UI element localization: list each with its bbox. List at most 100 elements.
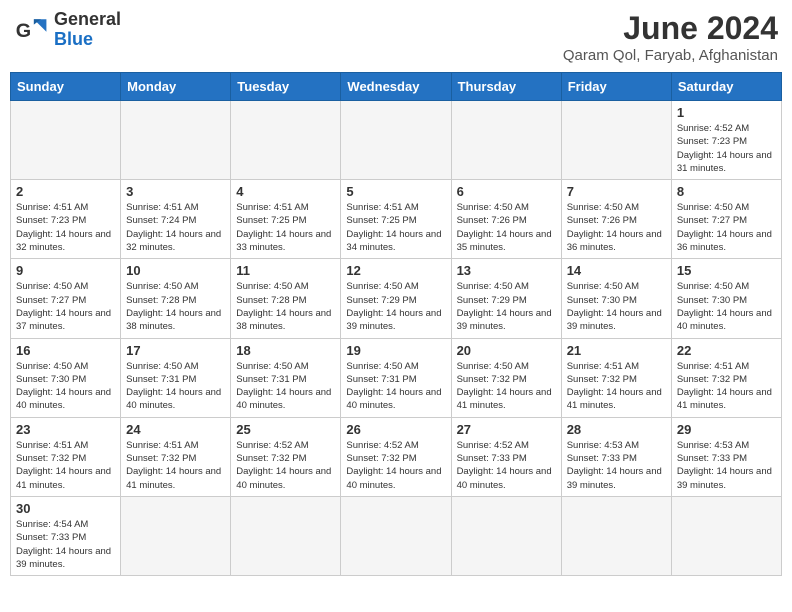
day-info: Sunrise: 4:51 AM Sunset: 7:24 PM Dayligh… <box>126 201 225 254</box>
calendar-row-3: 16 Sunrise: 4:50 AM Sunset: 7:30 PM Dayli… <box>11 338 782 417</box>
calendar-row-2: 9Sunrise: 4:50 AM Sunset: 7:27 PM Daylig… <box>11 259 782 338</box>
day-number: 18 <box>236 343 335 358</box>
calendar-cell: 9Sunrise: 4:50 AM Sunset: 7:27 PM Daylig… <box>11 259 121 338</box>
calendar-cell <box>231 101 341 180</box>
day-info: Sunrise: 4:51 AM Sunset: 7:32 PM Dayligh… <box>677 360 776 413</box>
calendar-cell: 17 Sunrise: 4:50 AM Sunset: 7:31 PM Dayli… <box>121 338 231 417</box>
day-number: 5 <box>346 184 445 199</box>
day-number: 8 <box>677 184 776 199</box>
calendar-cell: 16 Sunrise: 4:50 AM Sunset: 7:30 PM Dayli… <box>11 338 121 417</box>
calendar-cell: 4 Sunrise: 4:51 AM Sunset: 7:25 PM Daylig… <box>231 180 341 259</box>
calendar-cell <box>451 496 561 575</box>
day-info: Sunrise: 4:50 AM Sunset: 7:30 PM Dayligh… <box>677 280 776 333</box>
weekday-header-thursday: Thursday <box>451 73 561 101</box>
calendar-cell <box>341 496 451 575</box>
calendar-cell: 24 Sunrise: 4:51 AM Sunset: 7:32 PM Dayli… <box>121 417 231 496</box>
calendar-cell: 3Sunrise: 4:51 AM Sunset: 7:24 PM Daylig… <box>121 180 231 259</box>
logo-icon: G <box>14 12 50 48</box>
day-number: 28 <box>567 422 666 437</box>
day-number: 22 <box>677 343 776 358</box>
day-number: 6 <box>457 184 556 199</box>
day-number: 12 <box>346 263 445 278</box>
day-info: Sunrise: 4:54 AM Sunset: 7:33 PM Dayligh… <box>16 518 115 571</box>
day-info: Sunrise: 4:50 AM Sunset: 7:26 PM Dayligh… <box>457 201 556 254</box>
calendar-cell: 1Sunrise: 4:52 AM Sunset: 7:23 PM Daylig… <box>671 101 781 180</box>
day-info: Sunrise: 4:50 AM Sunset: 7:30 PM Dayligh… <box>16 360 115 413</box>
calendar-cell: 18 Sunrise: 4:50 AM Sunset: 7:31 PM Dayli… <box>231 338 341 417</box>
calendar-cell: 19Sunrise: 4:50 AM Sunset: 7:31 PM Dayli… <box>341 338 451 417</box>
day-number: 24 <box>126 422 225 437</box>
calendar-cell: 11 Sunrise: 4:50 AM Sunset: 7:28 PM Dayli… <box>231 259 341 338</box>
calendar-cell <box>671 496 781 575</box>
calendar-cell <box>561 496 671 575</box>
day-number: 26 <box>346 422 445 437</box>
day-info: Sunrise: 4:51 AM Sunset: 7:23 PM Dayligh… <box>16 201 115 254</box>
day-number: 4 <box>236 184 335 199</box>
calendar-cell: 7Sunrise: 4:50 AM Sunset: 7:26 PM Daylig… <box>561 180 671 259</box>
calendar-cell <box>11 101 121 180</box>
calendar-cell <box>121 496 231 575</box>
day-info: Sunrise: 4:50 AM Sunset: 7:29 PM Dayligh… <box>457 280 556 333</box>
calendar-cell: 14Sunrise: 4:50 AM Sunset: 7:30 PM Dayli… <box>561 259 671 338</box>
calendar-row-1: 2 Sunrise: 4:51 AM Sunset: 7:23 PM Daylig… <box>11 180 782 259</box>
calendar-cell: 15 Sunrise: 4:50 AM Sunset: 7:30 PM Dayli… <box>671 259 781 338</box>
day-number: 17 <box>126 343 225 358</box>
calendar-cell: 23Sunrise: 4:51 AM Sunset: 7:32 PM Dayli… <box>11 417 121 496</box>
title-area: June 2024 Qaram Qol, Faryab, Afghanistan <box>563 10 778 64</box>
day-info: Sunrise: 4:50 AM Sunset: 7:30 PM Dayligh… <box>567 280 666 333</box>
calendar-cell <box>341 101 451 180</box>
day-info: Sunrise: 4:51 AM Sunset: 7:25 PM Dayligh… <box>236 201 335 254</box>
day-number: 30 <box>16 501 115 516</box>
day-number: 10 <box>126 263 225 278</box>
day-info: Sunrise: 4:51 AM Sunset: 7:32 PM Dayligh… <box>126 439 225 492</box>
day-info: Sunrise: 4:50 AM Sunset: 7:28 PM Dayligh… <box>236 280 335 333</box>
day-number: 9 <box>16 263 115 278</box>
calendar-cell: 21Sunrise: 4:51 AM Sunset: 7:32 PM Dayli… <box>561 338 671 417</box>
weekday-header-row: SundayMondayTuesdayWednesdayThursdayFrid… <box>11 73 782 101</box>
day-number: 19 <box>346 343 445 358</box>
day-info: Sunrise: 4:51 AM Sunset: 7:25 PM Dayligh… <box>346 201 445 254</box>
calendar-cell: 2 Sunrise: 4:51 AM Sunset: 7:23 PM Daylig… <box>11 180 121 259</box>
day-info: Sunrise: 4:51 AM Sunset: 7:32 PM Dayligh… <box>16 439 115 492</box>
day-info: Sunrise: 4:50 AM Sunset: 7:32 PM Dayligh… <box>457 360 556 413</box>
calendar-row-4: 23Sunrise: 4:51 AM Sunset: 7:32 PM Dayli… <box>11 417 782 496</box>
weekday-header-friday: Friday <box>561 73 671 101</box>
day-info: Sunrise: 4:50 AM Sunset: 7:29 PM Dayligh… <box>346 280 445 333</box>
calendar-cell: 29Sunrise: 4:53 AM Sunset: 7:33 PM Dayli… <box>671 417 781 496</box>
calendar-cell <box>451 101 561 180</box>
day-number: 27 <box>457 422 556 437</box>
day-number: 25 <box>236 422 335 437</box>
day-number: 7 <box>567 184 666 199</box>
logo: G GeneralBlue <box>14 10 121 50</box>
day-number: 21 <box>567 343 666 358</box>
calendar-cell: 13Sunrise: 4:50 AM Sunset: 7:29 PM Dayli… <box>451 259 561 338</box>
calendar-row-5: 30 Sunrise: 4:54 AM Sunset: 7:33 PM Dayli… <box>11 496 782 575</box>
day-info: Sunrise: 4:53 AM Sunset: 7:33 PM Dayligh… <box>567 439 666 492</box>
day-info: Sunrise: 4:50 AM Sunset: 7:28 PM Dayligh… <box>126 280 225 333</box>
day-info: Sunrise: 4:53 AM Sunset: 7:33 PM Dayligh… <box>677 439 776 492</box>
day-number: 15 <box>677 263 776 278</box>
day-info: Sunrise: 4:50 AM Sunset: 7:31 PM Dayligh… <box>126 360 225 413</box>
weekday-header-saturday: Saturday <box>671 73 781 101</box>
weekday-header-monday: Monday <box>121 73 231 101</box>
weekday-header-sunday: Sunday <box>11 73 121 101</box>
day-number: 2 <box>16 184 115 199</box>
calendar-row-0: 1Sunrise: 4:52 AM Sunset: 7:23 PM Daylig… <box>11 101 782 180</box>
calendar-cell <box>561 101 671 180</box>
calendar-cell: 8 Sunrise: 4:50 AM Sunset: 7:27 PM Daylig… <box>671 180 781 259</box>
calendar-cell: 26Sunrise: 4:52 AM Sunset: 7:32 PM Dayli… <box>341 417 451 496</box>
calendar-cell: 12 Sunrise: 4:50 AM Sunset: 7:29 PM Dayli… <box>341 259 451 338</box>
day-info: Sunrise: 4:52 AM Sunset: 7:32 PM Dayligh… <box>236 439 335 492</box>
calendar-cell: 25 Sunrise: 4:52 AM Sunset: 7:32 PM Dayli… <box>231 417 341 496</box>
day-number: 11 <box>236 263 335 278</box>
day-info: Sunrise: 4:50 AM Sunset: 7:31 PM Dayligh… <box>236 360 335 413</box>
day-number: 16 <box>16 343 115 358</box>
day-number: 1 <box>677 105 776 120</box>
day-number: 20 <box>457 343 556 358</box>
calendar-cell: 10 Sunrise: 4:50 AM Sunset: 7:28 PM Dayli… <box>121 259 231 338</box>
calendar-cell: 27Sunrise: 4:52 AM Sunset: 7:33 PM Dayli… <box>451 417 561 496</box>
day-info: Sunrise: 4:50 AM Sunset: 7:27 PM Dayligh… <box>677 201 776 254</box>
calendar-cell: 20 Sunrise: 4:50 AM Sunset: 7:32 PM Dayli… <box>451 338 561 417</box>
calendar-title: June 2024 <box>563 10 778 47</box>
logo-text: GeneralBlue <box>54 10 121 50</box>
